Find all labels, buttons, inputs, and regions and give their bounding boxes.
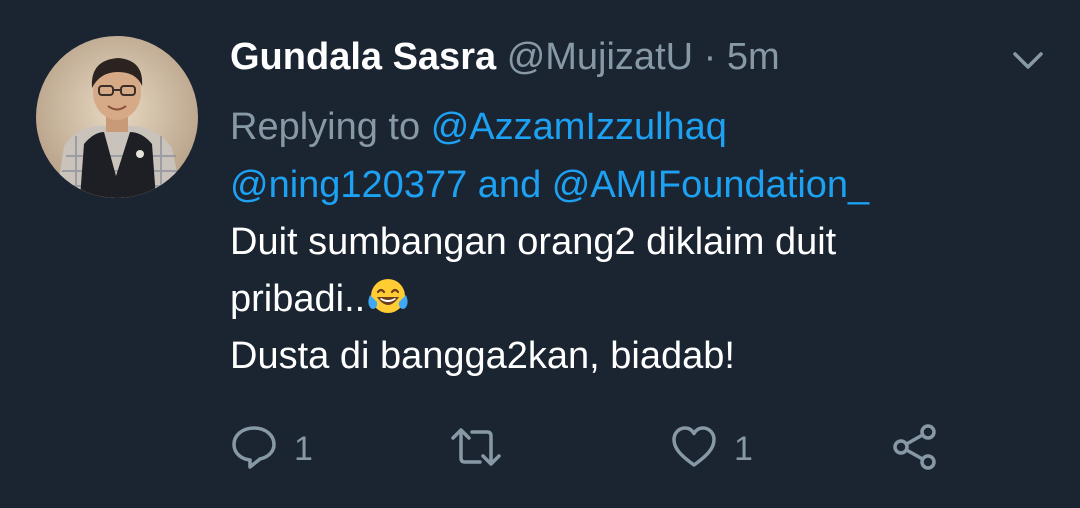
chevron-down-icon[interactable]: [1010, 46, 1046, 76]
tweet-text-line: Duit sumbangan orang2 diklaim duit: [230, 221, 837, 263]
tweet[interactable]: Gundala Sasra @MujizatU · 5m Replying to…: [0, 0, 1080, 508]
replying-to: Replying to @AzzamIzzulhaq @ning120377 a…: [230, 98, 1010, 214]
like-button[interactable]: 1: [670, 424, 753, 474]
share-icon: [890, 422, 940, 477]
like-count: 1: [734, 429, 753, 468]
tweet-text-segment: pribadi..: [230, 278, 366, 320]
mention-link[interactable]: @ning120377: [230, 164, 467, 206]
tweet-header: Gundala Sasra @MujizatU · 5m: [230, 32, 1010, 82]
tweet-content: Gundala Sasra @MujizatU · 5m Replying to…: [230, 32, 1010, 385]
mention-link[interactable]: @AMIFoundation_: [552, 164, 869, 206]
reply-count: 1: [294, 429, 313, 468]
avatar[interactable]: [36, 36, 198, 198]
retweet-icon: [450, 424, 502, 475]
tweet-actions: 1 1: [230, 422, 980, 477]
tweet-text-line: pribadi..: [230, 271, 1010, 328]
tweet-text-line: Dusta di bangga2kan, biadab!: [230, 335, 735, 377]
timestamp[interactable]: 5m: [727, 36, 780, 78]
heart-icon: [670, 424, 718, 475]
and-text[interactable]: and: [478, 164, 541, 206]
retweet-button[interactable]: [450, 424, 518, 474]
share-button[interactable]: [890, 422, 940, 477]
reply-button[interactable]: 1: [230, 424, 313, 474]
separator-dot: ·: [703, 36, 717, 78]
mention-link[interactable]: @AzzamIzzulhaq: [431, 106, 727, 148]
tears-of-joy-emoji-icon: [367, 275, 409, 317]
avatar-image: [36, 36, 198, 198]
author-name[interactable]: Gundala Sasra: [230, 36, 496, 78]
replying-prefix: Replying to: [230, 106, 421, 148]
author-handle[interactable]: @MujizatU: [507, 36, 693, 78]
tweet-text: Duit sumbangan orang2 diklaim duit priba…: [230, 214, 1010, 385]
reply-icon: [230, 424, 278, 475]
